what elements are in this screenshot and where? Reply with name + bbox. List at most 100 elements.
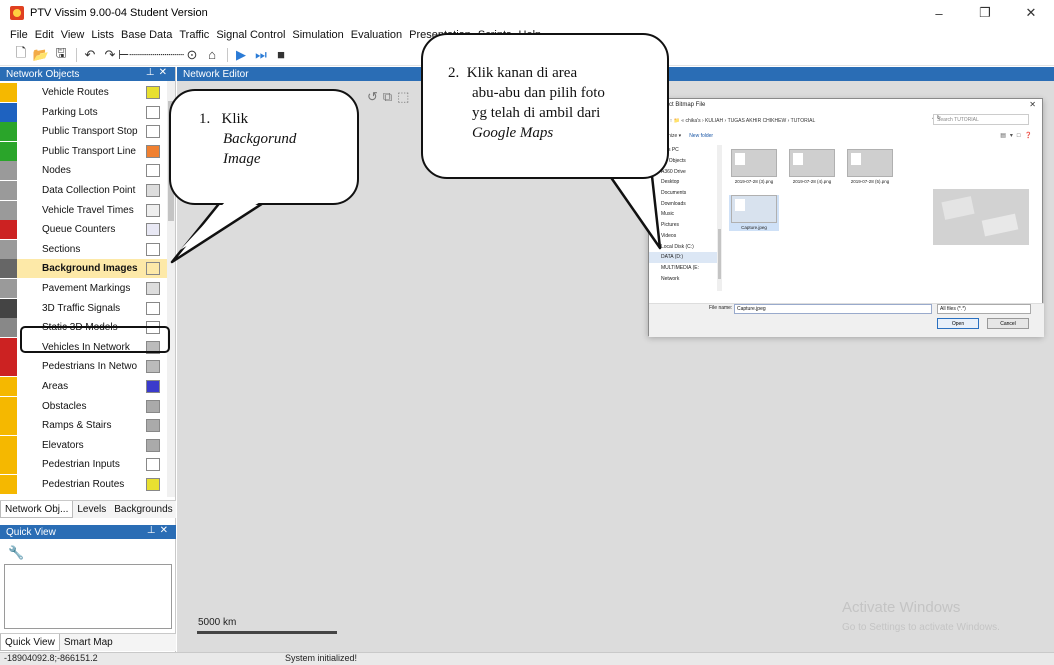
- play-icon[interactable]: ▶: [232, 47, 250, 63]
- path-segment[interactable]: chika's: [685, 118, 700, 124]
- tab-smart-map[interactable]: Smart Map: [60, 634, 117, 651]
- menu-lists[interactable]: Lists: [91, 29, 114, 41]
- step-icon[interactable]: ⏭: [252, 47, 270, 63]
- nav-pane-item[interactable]: MULTIMEDIA (E:: [649, 263, 719, 274]
- network-object-row[interactable]: 3D Traffic Signals: [0, 298, 168, 318]
- network-object-color-swatch[interactable]: [146, 164, 160, 178]
- menu-base-data[interactable]: Base Data: [121, 29, 172, 41]
- network-object-color-swatch[interactable]: [146, 380, 160, 393]
- network-object-color-swatch[interactable]: [146, 262, 160, 276]
- network-object-row[interactable]: Elevators: [0, 435, 168, 455]
- network-object-color-swatch[interactable]: [146, 223, 160, 237]
- file-item[interactable]: Capture.jpeg: [729, 195, 779, 231]
- network-object-row[interactable]: Public Transport Stop: [0, 122, 168, 142]
- menu-view[interactable]: View: [61, 29, 85, 41]
- dialog-search-input[interactable]: Search TUTORIAL: [933, 114, 1029, 125]
- menu-simulation[interactable]: Simulation: [292, 29, 343, 41]
- nav-pane-item[interactable]: Downloads: [649, 198, 719, 209]
- menu-traffic[interactable]: Traffic: [179, 29, 209, 41]
- new-file-icon[interactable]: 🗋: [12, 45, 30, 63]
- minimize-button[interactable]: –: [916, 0, 962, 26]
- network-object-row[interactable]: Public Transport Line: [0, 141, 168, 161]
- tab-backgrounds[interactable]: Backgrounds: [110, 501, 176, 518]
- network-object-row[interactable]: Pedestrian Inputs: [0, 455, 168, 475]
- network-object-color-swatch[interactable]: [146, 125, 160, 139]
- network-object-color-swatch[interactable]: [146, 86, 160, 99]
- network-object-color-swatch[interactable]: [146, 282, 160, 295]
- open-button[interactable]: Open: [937, 318, 979, 329]
- network-object-row[interactable]: Pedestrians In Netwo: [0, 357, 168, 377]
- network-object-color-swatch[interactable]: [146, 105, 160, 119]
- menu-file[interactable]: File: [10, 29, 28, 41]
- network-object-row[interactable]: Background Images: [0, 259, 168, 279]
- file-type-select[interactable]: All files (*.*): [937, 304, 1031, 314]
- editor-tool-icons[interactable]: ↺⧉⬚: [367, 89, 414, 105]
- network-object-color-swatch[interactable]: [146, 301, 160, 315]
- network-object-color-swatch[interactable]: [146, 144, 160, 158]
- nav-pane-item[interactable]: Videos: [649, 231, 719, 242]
- network-object-row[interactable]: Queue Counters: [0, 220, 168, 240]
- open-folder-icon[interactable]: 📂: [32, 47, 50, 63]
- network-object-row[interactable]: Vehicle Routes: [0, 83, 168, 102]
- panel-pin-close-icons[interactable]: ⊥✕: [146, 67, 171, 78]
- dialog-address-bar[interactable]: ← → ↑ 📁 « chika's › KULIAH › TUGAS AKHIR…: [657, 115, 927, 126]
- save-icon[interactable]: 🖫: [52, 45, 70, 63]
- network-object-color-swatch[interactable]: [146, 242, 160, 256]
- maximize-button[interactable]: ❐: [962, 0, 1008, 26]
- menu-signal-control[interactable]: Signal Control: [216, 29, 285, 41]
- menu-edit[interactable]: Edit: [35, 29, 54, 41]
- network-object-row[interactable]: Sections: [0, 239, 168, 259]
- file-item[interactable]: 2019-07-28 (5).png: [845, 149, 895, 185]
- path-segment[interactable]: KULIAH: [705, 118, 723, 124]
- network-object-row[interactable]: Obstacles: [0, 396, 168, 416]
- stop-icon[interactable]: ■: [272, 47, 290, 63]
- network-object-color-swatch[interactable]: [146, 184, 160, 197]
- network-object-row[interactable]: Nodes: [0, 161, 168, 181]
- tab-network-objects[interactable]: Network Obj...: [0, 501, 74, 518]
- file-item[interactable]: 2019-07-28 (4).png: [787, 149, 837, 185]
- network-object-icon: [0, 318, 17, 338]
- simulation-speed-slider-icon[interactable]: ⊢┈┈┈┈┈┈┈: [118, 47, 184, 63]
- tab-levels[interactable]: Levels: [73, 501, 110, 518]
- network-object-row[interactable]: Ramps & Stairs: [0, 416, 168, 436]
- tab-quick-view[interactable]: Quick View: [0, 634, 60, 651]
- network-object-row[interactable]: Pedestrian Routes: [0, 475, 168, 494]
- undo-icon[interactable]: ↶: [81, 47, 99, 63]
- network-object-color-swatch[interactable]: [146, 399, 160, 413]
- network-object-color-swatch[interactable]: [146, 478, 160, 491]
- nav-pane-item[interactable]: Pictures: [649, 220, 719, 231]
- dialog-close-icon[interactable]: ✕: [1029, 100, 1036, 109]
- file-name-input[interactable]: Capture.jpeg: [734, 304, 932, 314]
- scrollbar-thumb[interactable]: [718, 229, 721, 279]
- menu-evaluation[interactable]: Evaluation: [351, 29, 402, 41]
- path-segment[interactable]: TUTORIAL: [791, 118, 816, 124]
- wrench-icon[interactable]: 🔧: [8, 545, 24, 561]
- view-options-icons[interactable]: ▤▾□❓: [1000, 132, 1036, 139]
- network-object-row[interactable]: Vehicle Travel Times: [0, 200, 168, 220]
- new-folder-button[interactable]: New folder: [689, 133, 713, 139]
- nav-pane-item[interactable]: Local Disk (C:): [649, 241, 719, 252]
- network-object-color-swatch[interactable]: [146, 419, 160, 433]
- network-object-row[interactable]: Pavement Markings: [0, 279, 168, 298]
- nav-pane-item[interactable]: Desktop: [649, 177, 719, 188]
- network-object-row[interactable]: Areas: [0, 377, 168, 396]
- network-object-row[interactable]: Data Collection Point: [0, 181, 168, 200]
- navigation-scrollbar[interactable]: [717, 145, 722, 291]
- network-object-color-swatch[interactable]: [146, 360, 160, 374]
- quick-mode-icon[interactable]: ⊙: [183, 47, 201, 63]
- close-button[interactable]: ✕: [1008, 0, 1054, 26]
- cancel-button[interactable]: Cancel: [987, 318, 1029, 329]
- quick-view-pin-close-icons[interactable]: ⊥✕: [147, 525, 172, 536]
- redo-icon[interactable]: ↷: [101, 47, 119, 63]
- nav-pane-item[interactable]: Network: [649, 273, 719, 284]
- 3d-mode-icon[interactable]: ⌂: [203, 47, 221, 63]
- nav-pane-item[interactable]: DATA (D:): [649, 251, 719, 263]
- path-segment[interactable]: TUGAS AKHIR CHIKHEW: [728, 118, 787, 124]
- network-object-color-swatch[interactable]: [146, 438, 160, 452]
- network-object-color-swatch[interactable]: [146, 203, 160, 217]
- file-item[interactable]: 2019-07-28 (3).png: [729, 149, 779, 185]
- nav-pane-item[interactable]: Documents: [649, 188, 719, 199]
- nav-pane-item[interactable]: Music: [649, 209, 719, 220]
- network-object-row[interactable]: Parking Lots: [0, 102, 168, 122]
- network-object-color-swatch[interactable]: [146, 458, 160, 472]
